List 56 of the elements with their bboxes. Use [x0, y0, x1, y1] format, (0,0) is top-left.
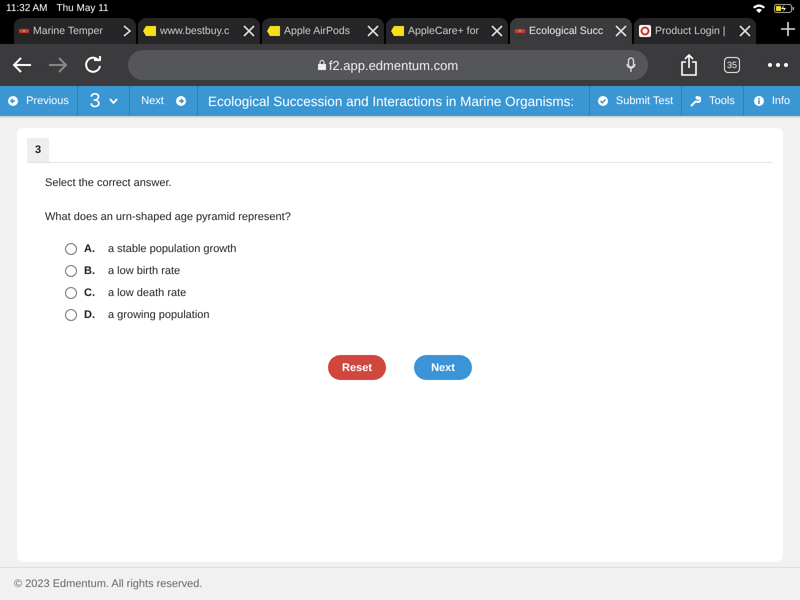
browser-tab[interactable]: www.bestbuy.c: [138, 18, 260, 44]
option-letter: A.: [84, 243, 96, 255]
left-arrow-icon: [8, 96, 18, 106]
lock-icon: [318, 60, 326, 70]
microphone-icon[interactable]: [626, 57, 636, 73]
back-arrow-icon[interactable]: [12, 57, 32, 73]
close-icon[interactable]: [367, 25, 379, 37]
info-icon: [754, 96, 764, 106]
radio-button[interactable]: [65, 309, 77, 321]
new-tab-icon[interactable]: [781, 22, 795, 36]
forward-arrow-icon[interactable]: [48, 57, 68, 73]
more-icon[interactable]: [768, 63, 788, 67]
radio-button[interactable]: [65, 287, 77, 299]
tag-icon: [143, 26, 156, 36]
logo-icon: [639, 25, 651, 37]
close-icon[interactable]: [243, 25, 255, 37]
favicon-icon: [19, 29, 29, 33]
favicon-icon: [515, 29, 525, 33]
test-title: Ecological Succession and Interactions in Marine Organisms:: [208, 94, 574, 108]
browser-tab[interactable]: Apple AirPods: [262, 18, 384, 44]
right-arrow-icon: [176, 96, 186, 106]
radio-button[interactable]: [65, 243, 77, 255]
browser-tab[interactable]: Marine Temper: [14, 18, 136, 44]
option-text[interactable]: a growing population: [108, 309, 210, 321]
question-number: 3: [27, 138, 50, 162]
share-icon[interactable]: [680, 54, 698, 76]
browser-tab[interactable]: Ecological Succ: [510, 18, 632, 44]
tag-icon: [267, 26, 280, 36]
battery-icon: [774, 4, 794, 13]
question-text: What does an urn-shaped age pyramid represent?: [45, 211, 292, 223]
tab-count-button[interactable]: 35: [724, 57, 740, 73]
reload-icon[interactable]: [84, 56, 102, 74]
close-icon[interactable]: [615, 25, 627, 37]
chevron-icon[interactable]: [123, 25, 131, 37]
option-letter: B.: [84, 265, 96, 277]
option-letter: D.: [84, 309, 96, 321]
instruction-text: Select the correct answer.: [45, 177, 173, 189]
close-icon[interactable]: [491, 25, 503, 37]
option-letter: C.: [84, 287, 96, 299]
copyright-text: © 2023 Edmentum. All rights reserved.: [14, 578, 202, 590]
tag-icon: [391, 26, 404, 36]
date-text: Thu May 11: [56, 3, 109, 14]
browser-tab[interactable]: Product Login |: [634, 18, 756, 44]
caret-icon: [108, 98, 118, 104]
close-icon[interactable]: [739, 25, 751, 37]
clock-text: 11:32 AM: [6, 3, 48, 14]
option-text[interactable]: a low birth rate: [108, 265, 180, 277]
browser-tab[interactable]: AppleCare+ for: [386, 18, 508, 44]
check-circle-icon: [598, 96, 608, 106]
wrench-icon: [690, 96, 702, 106]
wifi-icon: [753, 4, 765, 13]
reset-button[interactable]: Reset: [328, 355, 386, 380]
radio-button[interactable]: [65, 265, 77, 277]
address-field[interactable]: f2.app.edmentum.com: [128, 50, 648, 80]
option-text[interactable]: a stable population growth: [108, 243, 236, 255]
option-text[interactable]: a low death rate: [108, 287, 186, 299]
